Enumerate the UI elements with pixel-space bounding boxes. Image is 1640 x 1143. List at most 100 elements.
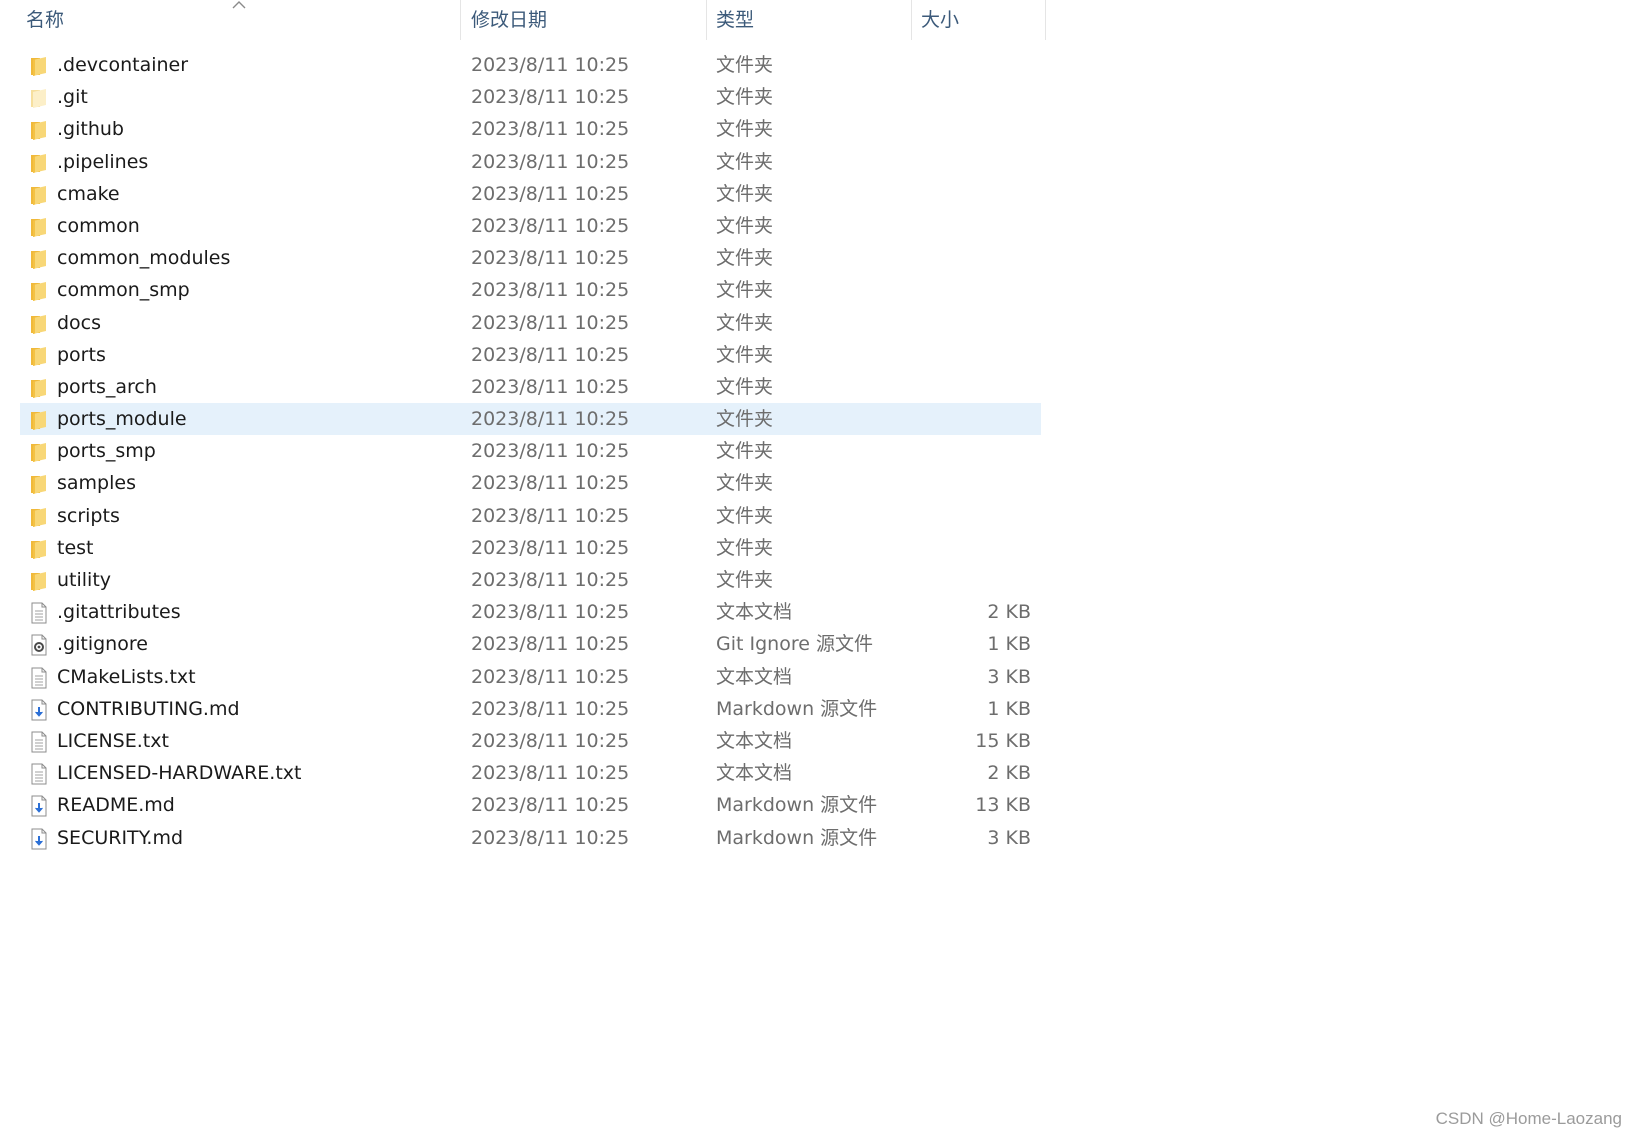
file-size: 15 KB <box>975 729 1031 752</box>
file-name: .gitignore <box>57 633 148 656</box>
file-row[interactable]: docs 2023/8/11 10:25 文件夹 <box>20 307 1041 339</box>
file-name: test <box>57 536 94 559</box>
file-date: 2023/8/11 10:25 <box>471 794 630 817</box>
file-date: 2023/8/11 10:25 <box>471 826 630 849</box>
file-date: 2023/8/11 10:25 <box>471 665 630 688</box>
folder-icon <box>29 570 49 592</box>
file-row[interactable]: .gitattributes 2023/8/11 10:25 文本文档 2 KB <box>20 596 1041 628</box>
folder-icon <box>29 538 49 560</box>
file-row[interactable]: ports_arch 2023/8/11 10:25 文件夹 <box>20 371 1041 403</box>
markdown-file-icon <box>29 828 49 850</box>
file-type: Markdown 源文件 <box>716 697 878 720</box>
file-row[interactable]: README.md 2023/8/11 10:25 Markdown 源文件 13 K… <box>20 789 1041 821</box>
file-date: 2023/8/11 10:25 <box>471 247 630 270</box>
file-date: 2023/8/11 10:25 <box>471 697 630 720</box>
file-row[interactable]: common 2023/8/11 10:25 文件夹 <box>20 210 1041 242</box>
text-file-icon <box>29 731 49 753</box>
folder-icon <box>29 441 49 463</box>
file-date: 2023/8/11 10:25 <box>471 440 630 463</box>
sort-ascending-icon <box>232 1 246 9</box>
file-row[interactable]: test 2023/8/11 10:25 文件夹 <box>20 532 1041 564</box>
file-type: 文件夹 <box>716 504 774 527</box>
text-file-icon <box>29 763 49 785</box>
file-list: .devcontainer 2023/8/11 10:25 文件夹 .git 2023/… <box>20 49 1041 854</box>
file-row[interactable]: LICENSED-HARDWARE.txt 2023/8/11 10:25 文本文档… <box>20 757 1041 789</box>
folder-icon <box>29 473 49 495</box>
file-type: 文件夹 <box>716 375 774 398</box>
settings-file-icon <box>29 634 49 656</box>
file-row[interactable]: utility 2023/8/11 10:25 文件夹 <box>20 564 1041 596</box>
file-row[interactable]: common_modules 2023/8/11 10:25 文件夹 <box>20 242 1041 274</box>
file-date: 2023/8/11 10:25 <box>471 536 630 559</box>
folder-icon <box>29 119 49 141</box>
text-file-icon <box>29 667 49 689</box>
file-name: cmake <box>57 182 120 205</box>
file-type: 文件夹 <box>716 472 774 495</box>
file-name: common <box>57 214 140 237</box>
file-size: 1 KB <box>987 633 1031 656</box>
file-type: 文件夹 <box>716 150 774 173</box>
folder-icon <box>29 248 49 270</box>
file-date: 2023/8/11 10:25 <box>471 762 630 785</box>
file-row[interactable]: CONTRIBUTING.md 2023/8/11 10:25 Markdown 源… <box>20 693 1041 725</box>
file-name: ports_smp <box>57 440 156 463</box>
file-type: 文本文档 <box>716 665 793 688</box>
file-type: Markdown 源文件 <box>716 794 878 817</box>
column-header-date[interactable]: 修改日期 <box>462 0 707 40</box>
file-row[interactable]: CMakeLists.txt 2023/8/11 10:25 文本文档 3 KB <box>20 661 1041 693</box>
column-header-type[interactable]: 类型 <box>707 0 912 40</box>
file-size: 2 KB <box>987 601 1031 624</box>
file-type: 文件夹 <box>716 343 774 366</box>
column-header-size[interactable]: 大小 <box>912 0 1046 40</box>
file-date: 2023/8/11 10:25 <box>471 118 630 141</box>
folder-icon <box>29 184 49 206</box>
markdown-file-icon <box>29 795 49 817</box>
file-row[interactable]: .pipelines 2023/8/11 10:25 文件夹 <box>20 146 1041 178</box>
file-name: common_modules <box>57 247 231 270</box>
file-name: docs <box>57 311 102 334</box>
file-name: ports_arch <box>57 375 157 398</box>
file-name: LICENSE.txt <box>57 729 169 752</box>
file-date: 2023/8/11 10:25 <box>471 408 630 431</box>
file-name: scripts <box>57 504 120 527</box>
file-size: 1 KB <box>987 697 1031 720</box>
file-date: 2023/8/11 10:25 <box>471 504 630 527</box>
file-type: 文本文档 <box>716 762 793 785</box>
file-row[interactable]: LICENSE.txt 2023/8/11 10:25 文本文档 15 KB <box>20 725 1041 757</box>
file-size: 13 KB <box>975 794 1031 817</box>
file-name: common_smp <box>57 279 190 302</box>
file-row[interactable]: .devcontainer 2023/8/11 10:25 文件夹 <box>20 49 1041 81</box>
file-row[interactable]: SECURITY.md 2023/8/11 10:25 Markdown 源文件 3 … <box>20 822 1041 854</box>
file-date: 2023/8/11 10:25 <box>471 214 630 237</box>
file-row[interactable]: samples 2023/8/11 10:25 文件夹 <box>20 467 1041 499</box>
file-row[interactable]: cmake 2023/8/11 10:25 文件夹 <box>20 178 1041 210</box>
file-row[interactable]: .gitignore 2023/8/11 10:25 Git Ignore 源文件 1… <box>20 628 1041 660</box>
file-row[interactable]: .github 2023/8/11 10:25 文件夹 <box>20 113 1041 145</box>
file-type: 文件夹 <box>716 408 774 431</box>
file-row[interactable]: scripts 2023/8/11 10:25 文件夹 <box>20 500 1041 532</box>
file-row[interactable]: .git 2023/8/11 10:25 文件夹 <box>20 81 1041 113</box>
file-type: 文件夹 <box>716 54 774 76</box>
folder-icon <box>29 313 49 335</box>
file-type: 文件夹 <box>716 247 774 270</box>
file-row[interactable]: ports_module 2023/8/11 10:25 文件夹 <box>20 403 1041 436</box>
file-row[interactable]: ports_smp 2023/8/11 10:25 文件夹 <box>20 435 1041 467</box>
markdown-file-icon <box>29 699 49 721</box>
folder-icon <box>29 409 49 431</box>
file-row[interactable]: ports 2023/8/11 10:25 文件夹 <box>20 339 1041 371</box>
file-type: 文件夹 <box>716 279 774 302</box>
file-type: 文件夹 <box>716 214 774 237</box>
file-type: 文件夹 <box>716 86 774 109</box>
file-date: 2023/8/11 10:25 <box>471 86 630 109</box>
file-date: 2023/8/11 10:25 <box>471 150 630 173</box>
file-type: 文件夹 <box>716 182 774 205</box>
file-name: .gitattributes <box>57 601 181 624</box>
file-date: 2023/8/11 10:25 <box>471 311 630 334</box>
file-type: 文件夹 <box>716 118 774 141</box>
file-date: 2023/8/11 10:25 <box>471 375 630 398</box>
file-name: README.md <box>57 794 175 817</box>
file-row[interactable]: common_smp 2023/8/11 10:25 文件夹 <box>20 274 1041 306</box>
file-date: 2023/8/11 10:25 <box>471 601 630 624</box>
file-date: 2023/8/11 10:25 <box>471 569 630 591</box>
file-date: 2023/8/11 10:25 <box>471 729 630 752</box>
